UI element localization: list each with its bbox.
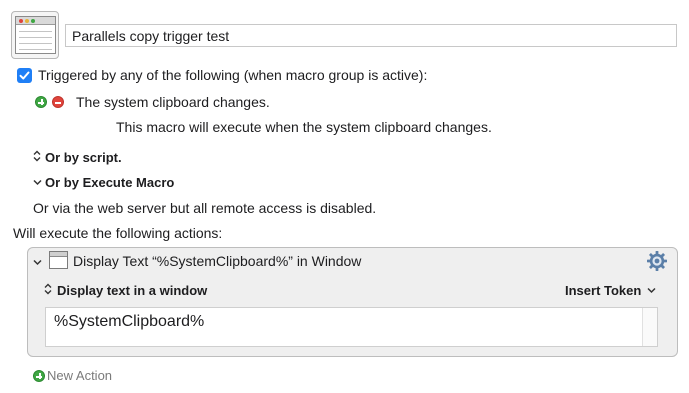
trigger-description: This macro will execute when the system …	[116, 119, 492, 135]
triggers-header: Triggered by any of the following (when …	[38, 67, 428, 83]
display-text-area[interactable]: %SystemClipboard%	[45, 307, 658, 347]
actions-header: Will execute the following actions:	[13, 225, 223, 241]
or-by-script-row[interactable]: Or by script.	[33, 150, 122, 165]
remove-trigger-button[interactable]	[52, 96, 64, 108]
updown-chevron-icon	[33, 150, 45, 165]
action-title: Display Text “%SystemClipboard%” in Wind…	[73, 253, 362, 269]
display-mode-label: Display text in a window	[57, 283, 208, 298]
insert-token-label: Insert Token	[565, 283, 642, 298]
new-action-button[interactable]: New Action	[47, 368, 112, 383]
chevron-down-icon	[33, 175, 45, 190]
display-text-value: %SystemClipboard%	[54, 313, 205, 330]
window-icon	[15, 16, 56, 54]
text-area-scrollbar[interactable]	[642, 308, 657, 346]
or-by-execute-macro-row[interactable]: Or by Execute Macro	[33, 175, 174, 190]
trigger-label: The system clipboard changes.	[76, 94, 270, 110]
macro-name-field[interactable]: Parallels copy trigger test	[65, 24, 677, 47]
add-trigger-button[interactable]	[35, 96, 47, 108]
display-mode-popup[interactable]: Display text in a window	[44, 283, 207, 298]
display-window-icon	[49, 251, 68, 269]
collapse-action-chevron-icon[interactable]	[33, 255, 42, 270]
gear-icon[interactable]	[646, 250, 668, 275]
updown-chevron-icon	[44, 283, 57, 298]
macro-icon[interactable]	[11, 11, 59, 59]
or-by-execute-macro-label: Or by Execute Macro	[45, 175, 175, 190]
web-server-note: Or via the web server but all remote acc…	[33, 200, 377, 216]
triggered-checkbox[interactable]	[17, 68, 32, 83]
insert-token-menu[interactable]: Insert Token	[565, 283, 657, 298]
chevron-down-icon	[647, 283, 657, 298]
or-by-script-label: Or by script.	[45, 150, 122, 165]
new-action-icon[interactable]	[33, 370, 45, 382]
checkmark-icon	[19, 71, 30, 80]
